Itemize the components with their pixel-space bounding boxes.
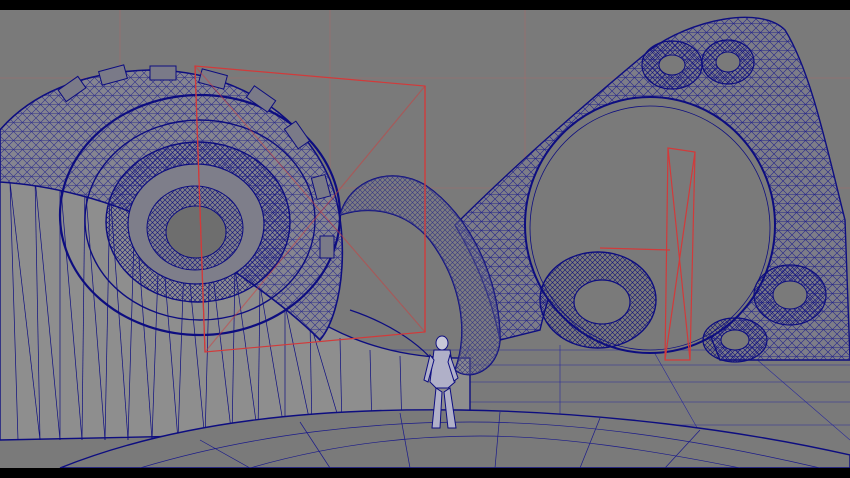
small-torus[interactable]: [539, 251, 657, 349]
3d-viewport[interactable]: [0, 10, 850, 468]
wireframe-scene[interactable]: [0, 10, 850, 468]
letterbox-frame: [0, 0, 850, 478]
